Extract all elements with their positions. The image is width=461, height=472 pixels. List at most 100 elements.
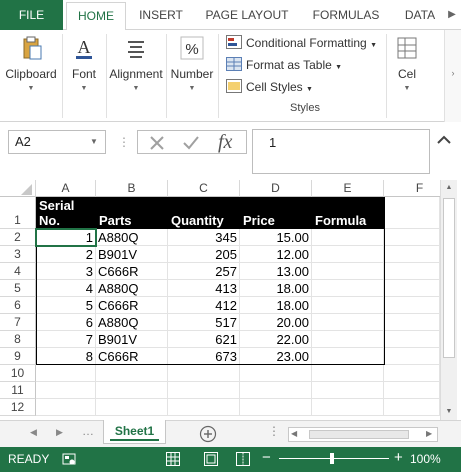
header-cell-formula[interactable]: Formula xyxy=(312,197,384,229)
cell-b12[interactable] xyxy=(96,399,168,416)
cell-c12[interactable] xyxy=(168,399,240,416)
cell-b7[interactable]: A880Q xyxy=(96,314,168,331)
normal-view-icon[interactable] xyxy=(166,452,180,466)
sheet-prev-icon[interactable]: ◀ xyxy=(30,427,37,438)
row-header-3[interactable]: 3 xyxy=(0,246,36,263)
cell-f1[interactable] xyxy=(384,197,440,229)
cell-d3[interactable]: 12.00 xyxy=(240,246,312,263)
column-header-f[interactable]: F xyxy=(384,180,440,197)
header-cell-serial-no[interactable]: Serial No. xyxy=(36,197,96,229)
cell-b9[interactable]: C666R xyxy=(96,348,168,365)
header-cell-price[interactable]: Price xyxy=(240,197,312,229)
cell-b5[interactable]: A880Q xyxy=(96,280,168,297)
cells-button[interactable]: Cel ▼ xyxy=(390,30,424,122)
cell-c3[interactable]: 205 xyxy=(168,246,240,263)
cell-d7[interactable]: 20.00 xyxy=(240,314,312,331)
cell-e12[interactable] xyxy=(312,399,384,416)
cell-d10[interactable] xyxy=(240,365,312,382)
row-header-10[interactable]: 10 xyxy=(0,365,36,382)
cell-e4[interactable] xyxy=(312,263,384,280)
cell-e11[interactable] xyxy=(312,382,384,399)
cell-a6[interactable]: 5 xyxy=(36,297,96,314)
cell-b8[interactable]: B901V xyxy=(96,331,168,348)
select-all-corner[interactable] xyxy=(0,180,36,197)
header-cell-parts[interactable]: Parts xyxy=(96,197,168,229)
horizontal-scrollbar[interactable]: ◀ ▶ xyxy=(288,427,438,442)
row-header-12[interactable]: 12 xyxy=(0,399,36,416)
cell-f8[interactable] xyxy=(384,331,440,348)
cell-c11[interactable] xyxy=(168,382,240,399)
header-cell-quantity[interactable]: Quantity xyxy=(168,197,240,229)
row-header-4[interactable]: 4 xyxy=(0,263,36,280)
sheet-more-icon[interactable]: … xyxy=(82,424,94,438)
cell-f7[interactable] xyxy=(384,314,440,331)
ribbon-scroll-right-button[interactable]: › xyxy=(444,30,461,122)
row-header-6[interactable]: 6 xyxy=(0,297,36,314)
cell-b10[interactable] xyxy=(96,365,168,382)
cell-c5[interactable]: 413 xyxy=(168,280,240,297)
cell-a5[interactable]: 4 xyxy=(36,280,96,297)
cell-f9[interactable] xyxy=(384,348,440,365)
scroll-down-icon[interactable]: ▼ xyxy=(441,404,457,420)
cancel-icon[interactable] xyxy=(148,134,166,152)
cell-c7[interactable]: 517 xyxy=(168,314,240,331)
alignment-button[interactable]: Alignment ▼ xyxy=(107,30,165,122)
cell-f11[interactable] xyxy=(384,382,440,399)
scroll-left-icon[interactable]: ◀ xyxy=(291,429,297,438)
cell-f5[interactable] xyxy=(384,280,440,297)
horizontal-scroll-thumb[interactable] xyxy=(309,430,409,439)
tab-file[interactable]: FILE xyxy=(0,0,63,30)
cell-b11[interactable] xyxy=(96,382,168,399)
cell-e2[interactable] xyxy=(312,229,384,246)
format-as-table-button[interactable]: Format as Table ▼ xyxy=(226,55,342,75)
row-header-2[interactable]: 2 xyxy=(0,229,36,246)
collapse-formula-bar-icon[interactable] xyxy=(434,130,454,150)
cell-b2[interactable]: A880Q xyxy=(96,229,168,246)
cell-d5[interactable]: 18.00 xyxy=(240,280,312,297)
clipboard-button[interactable]: Clipboard ▼ xyxy=(0,30,62,122)
page-layout-view-icon[interactable] xyxy=(204,452,218,466)
row-header-1[interactable]: 1 xyxy=(0,197,36,229)
worksheet-grid[interactable]: A B C D E F 1 2 3 4 5 6 7 8 9 10 11 12 S… xyxy=(0,180,440,416)
page-break-preview-icon[interactable] xyxy=(236,452,250,466)
cell-a2[interactable]: 1 xyxy=(36,229,96,246)
scroll-up-icon[interactable]: ▲ xyxy=(441,180,457,196)
tab-scroll-right-icon[interactable]: ▶ xyxy=(444,6,460,24)
column-header-e[interactable]: E xyxy=(312,180,384,197)
cell-f2[interactable] xyxy=(384,229,440,246)
zoom-in-button[interactable]: + xyxy=(394,449,403,466)
cell-b3[interactable]: B901V xyxy=(96,246,168,263)
column-header-b[interactable]: B xyxy=(96,180,168,197)
add-sheet-icon[interactable] xyxy=(199,425,217,443)
formula-input[interactable]: 1 xyxy=(252,129,430,174)
cell-c10[interactable] xyxy=(168,365,240,382)
row-header-8[interactable]: 8 xyxy=(0,331,36,348)
conditional-formatting-button[interactable]: Conditional Formatting ▼ xyxy=(226,33,377,53)
cell-d4[interactable]: 13.00 xyxy=(240,263,312,280)
tab-home[interactable]: HOME xyxy=(66,2,126,31)
row-header-11[interactable]: 11 xyxy=(0,382,36,399)
cell-d11[interactable] xyxy=(240,382,312,399)
cell-b4[interactable]: C666R xyxy=(96,263,168,280)
row-header-7[interactable]: 7 xyxy=(0,314,36,331)
cell-c8[interactable]: 621 xyxy=(168,331,240,348)
tab-insert[interactable]: INSERT xyxy=(130,0,192,30)
confirm-icon[interactable] xyxy=(182,134,200,152)
tab-formulas[interactable]: FORMULAS xyxy=(302,0,390,30)
tab-page-layout[interactable]: PAGE LAYOUT xyxy=(197,0,297,30)
cell-e10[interactable] xyxy=(312,365,384,382)
cell-e7[interactable] xyxy=(312,314,384,331)
column-header-c[interactable]: C xyxy=(168,180,240,197)
insert-function-icon[interactable]: fx xyxy=(218,131,232,153)
cell-e9[interactable] xyxy=(312,348,384,365)
cell-c9[interactable]: 673 xyxy=(168,348,240,365)
font-button[interactable]: A Font ▼ xyxy=(63,30,105,122)
row-header-9[interactable]: 9 xyxy=(0,348,36,365)
cell-a4[interactable]: 3 xyxy=(36,263,96,280)
cell-d2[interactable]: 15.00 xyxy=(240,229,312,246)
cell-e5[interactable] xyxy=(312,280,384,297)
cell-a10[interactable] xyxy=(36,365,96,382)
cell-f10[interactable] xyxy=(384,365,440,382)
scroll-right-icon[interactable]: ▶ xyxy=(426,429,432,438)
cell-e8[interactable] xyxy=(312,331,384,348)
